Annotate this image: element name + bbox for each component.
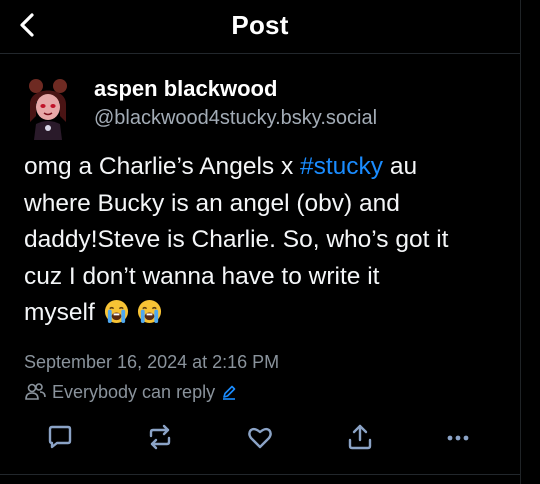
page-title: Post [231,10,289,40]
more-button[interactable] [443,422,473,452]
reply-setting-label: Everybody can reply [52,381,216,402]
loudly-crying-face-icon [104,299,128,324]
post-line-2: where Bucky is an angel (obv) and [24,189,400,217]
author-name[interactable]: aspen blackwood [94,76,277,102]
more-icon [447,435,469,441]
people-icon [25,383,46,400]
post-line-5-wrap: myself [24,295,504,332]
repost-icon [149,424,171,450]
pencil-icon[interactable] [221,384,237,400]
heart-icon [248,427,272,449]
post-timestamp: September 16, 2024 at 2:16 PM [24,352,280,372]
share-button[interactable] [345,422,375,452]
share-icon [348,424,372,450]
top-bar: Post [0,0,520,54]
post-line-1: omg a Charlie’s Angels x #stucky au [24,149,504,186]
post-text-segment: au [383,153,418,180]
post-page: Post aspen blackwood @blackwood4stucky.b… [0,0,520,484]
post-line-3: daddy!Steve is Charlie. So, who’s got it [24,226,449,253]
reply-button[interactable] [45,422,75,452]
post-actions [0,422,520,456]
post-text: omg a Charlie’s Angels x #stucky au wher… [24,149,504,332]
avatar[interactable] [24,76,72,140]
hashtag-link[interactable]: #stucky [300,153,383,180]
repost-button[interactable] [145,422,175,452]
loudly-crying-face-icon [138,299,162,324]
author-handle[interactable]: @blackwood4stucky.bsky.social [94,107,377,130]
divider [0,474,520,475]
comment-icon [48,425,72,449]
scroll-gutter [520,0,540,484]
like-button[interactable] [245,422,275,452]
reply-setting: Everybody can reply [24,380,237,404]
post-line-5: myself [24,299,95,326]
post-text-segment: omg a Charlie’s Angels x [24,153,300,180]
post-line-4: cuz I don’t wanna have to write it [24,262,380,290]
